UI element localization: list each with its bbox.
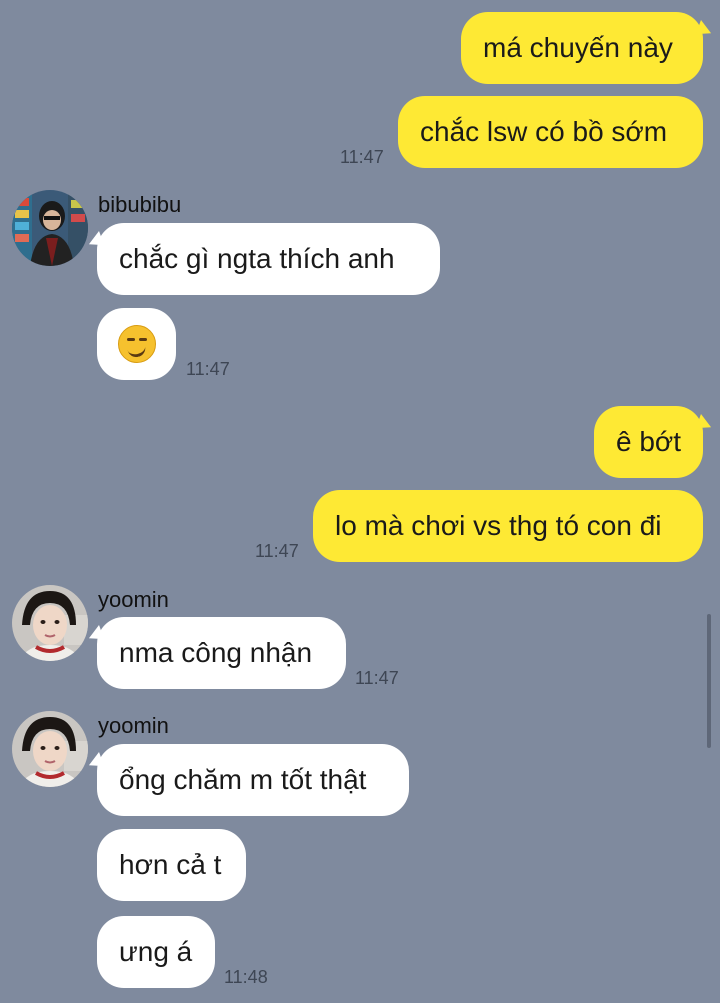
scrollbar[interactable] bbox=[707, 614, 711, 748]
smirk-emoji-icon bbox=[117, 325, 156, 363]
message-text: lo mà chơi vs thg tó con đi bbox=[335, 510, 662, 541]
message-text: ổng chăm m tốt thật bbox=[119, 764, 367, 795]
message-timestamp: 11:47 bbox=[186, 359, 230, 379]
message-text: ưng á bbox=[119, 936, 193, 967]
message-text: chắc gì ngta thích anh bbox=[119, 243, 395, 274]
incoming-emoji-bubble[interactable] bbox=[97, 308, 176, 380]
avatar-yoomin[interactable] bbox=[12, 711, 88, 787]
incoming-message-bubble[interactable]: chắc gì ngta thích anh bbox=[97, 223, 440, 295]
sender-name: bibubibu bbox=[98, 192, 182, 217]
outgoing-message-bubble[interactable]: lo mà chơi vs thg tó con đi bbox=[313, 490, 703, 562]
message-text: ê bớt bbox=[616, 426, 682, 457]
message-text: hơn cả t bbox=[119, 849, 222, 880]
message-text: má chuyến này bbox=[483, 32, 673, 63]
message-timestamp: 11:48 bbox=[224, 967, 268, 987]
avatar-yoomin[interactable] bbox=[12, 585, 88, 661]
outgoing-message-bubble[interactable]: chắc lsw có bồ sớm bbox=[398, 96, 703, 168]
sender-name: yoomin bbox=[98, 587, 169, 612]
message-timestamp: 11:47 bbox=[255, 541, 299, 561]
sender-name: yoomin bbox=[98, 713, 169, 738]
message-text: chắc lsw có bồ sớm bbox=[420, 116, 668, 147]
outgoing-message-bubble[interactable]: má chuyến này bbox=[461, 12, 703, 84]
outgoing-message-bubble[interactable]: ê bớt bbox=[594, 406, 703, 478]
message-timestamp: 11:47 bbox=[355, 668, 399, 688]
message-timestamp: 11:47 bbox=[340, 147, 384, 167]
incoming-message-bubble[interactable]: ổng chăm m tốt thật bbox=[97, 744, 409, 816]
avatar-bibubibu[interactable] bbox=[12, 190, 88, 266]
incoming-message-bubble[interactable]: nma công nhận bbox=[97, 617, 346, 689]
incoming-message-bubble[interactable]: ưng á bbox=[97, 916, 215, 988]
message-text: nma công nhận bbox=[119, 637, 313, 668]
incoming-message-bubble[interactable]: hơn cả t bbox=[97, 829, 246, 901]
